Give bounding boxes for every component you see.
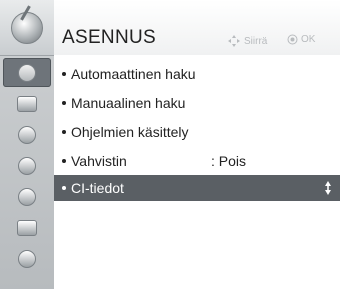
clock-icon: [18, 156, 36, 175]
sidebar-item-time[interactable]: [3, 151, 51, 180]
booster-value: : Pois: [211, 153, 247, 169]
satellite-dish-icon: [18, 63, 36, 82]
option-icon: [17, 219, 37, 236]
bullet-icon: [62, 72, 66, 76]
navigation-arrows-icon: [228, 35, 240, 47]
sidebar-item-lock[interactable]: [3, 182, 51, 211]
sidebar-item-network[interactable]: [3, 244, 51, 273]
menu-item-booster[interactable]: Vahvistin : Pois: [54, 148, 340, 174]
menu-item-programme-edit[interactable]: Ohjelmien käsittely: [54, 119, 340, 145]
bullet-icon: [62, 186, 66, 190]
network-icon: [18, 249, 36, 268]
setup-menu-window: ASENNUS Siirrä OK Automaattinen haku Man…: [0, 0, 340, 289]
menu-item-label: CI-tiedot: [71, 180, 124, 196]
lock-icon: [18, 187, 36, 206]
up-down-arrow-icon: [325, 181, 331, 195]
sidebar-item-option[interactable]: [3, 213, 51, 242]
menu-item-ci-information[interactable]: CI-tiedot: [54, 175, 340, 201]
sidebar-item-picture[interactable]: [3, 89, 51, 118]
menu-title: ASENNUS: [62, 27, 156, 48]
menu-item-auto-tuning[interactable]: Automaattinen haku: [54, 61, 340, 87]
move-hint-label: Siirrä: [244, 35, 268, 47]
move-hint: Siirrä: [227, 34, 267, 48]
sidebar-item-setup[interactable]: [3, 58, 51, 87]
menu-item-label: Ohjelmien käsittely: [71, 124, 189, 140]
ok-hint: OK: [287, 34, 315, 45]
bullet-icon: [62, 101, 66, 105]
sidebar-item-audio[interactable]: [3, 120, 51, 149]
bullet-icon: [62, 159, 66, 163]
menu-item-label: Automaattinen haku: [71, 66, 196, 82]
menu-item-label: Vahvistin: [71, 153, 127, 169]
category-sidebar: [0, 0, 54, 289]
ok-hint-label: OK: [301, 34, 316, 45]
ok-button-icon: [287, 34, 298, 45]
menu-item-manual-tuning[interactable]: Manuaalinen haku: [54, 90, 340, 116]
menu-item-label: Manuaalinen haku: [71, 95, 186, 111]
picture-icon: [17, 95, 37, 112]
bullet-icon: [62, 130, 66, 134]
satellite-dish-icon: [11, 11, 43, 44]
audio-icon: [18, 125, 36, 144]
menu-logo: [0, 0, 54, 56]
